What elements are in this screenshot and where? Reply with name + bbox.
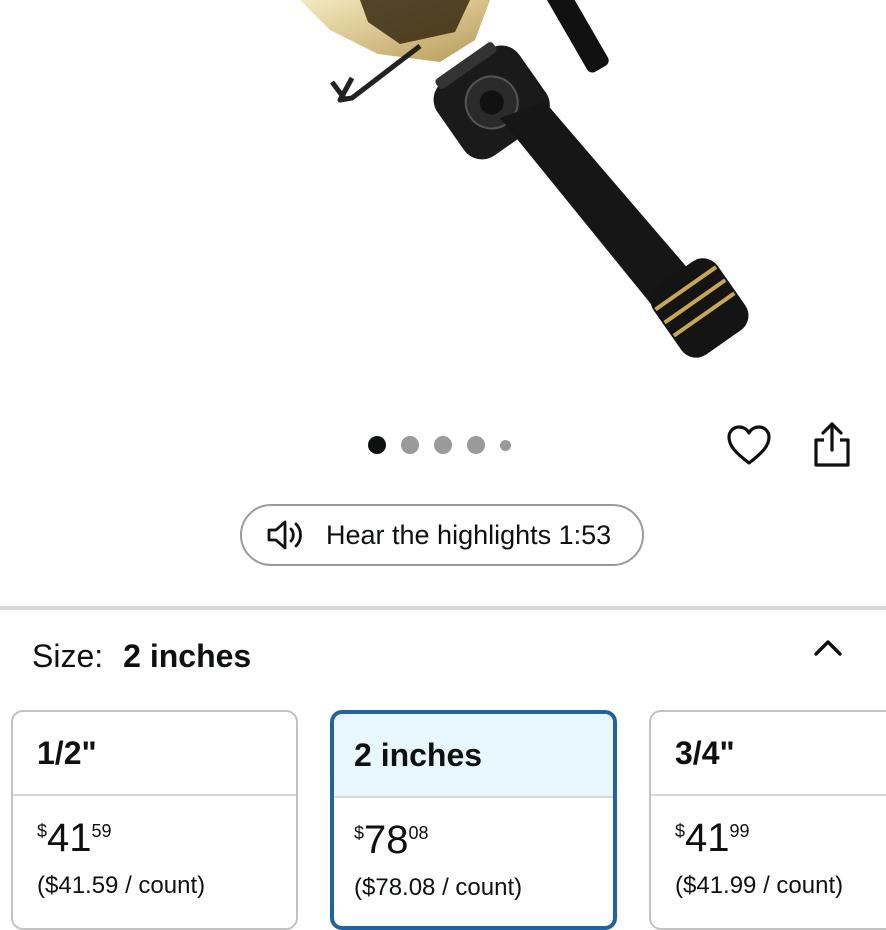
size-option-half-inch[interactable]: 1/2" $ 41 59 ($41.59 / count) bbox=[11, 710, 298, 930]
speaker-icon bbox=[267, 520, 302, 550]
price-currency: $ bbox=[675, 821, 686, 841]
carousel-dot[interactable] bbox=[467, 436, 485, 454]
size-label: Size: bbox=[32, 638, 104, 674]
unit-price: ($41.99 / count) bbox=[675, 872, 844, 899]
chevron-up-icon[interactable] bbox=[810, 632, 846, 662]
heart-icon[interactable] bbox=[726, 424, 772, 466]
size-option-2-inches[interactable]: 2 inches $ 78 08 ($78.08 / count) bbox=[330, 710, 617, 930]
carousel-dot[interactable] bbox=[401, 436, 419, 454]
price-fraction: 99 bbox=[729, 821, 750, 841]
size-option-price: $ 78 08 bbox=[334, 798, 613, 860]
price-whole: 41 bbox=[685, 816, 730, 860]
price-whole: 41 bbox=[47, 816, 92, 860]
size-selected-value: 2 inches bbox=[123, 638, 252, 674]
size-option-name: 1/2" bbox=[13, 712, 296, 796]
hear-highlights-label: Hear the highlights 1:53 bbox=[326, 519, 612, 550]
size-option-name: 2 inches bbox=[334, 714, 613, 798]
price-currency: $ bbox=[354, 823, 365, 843]
price-currency: $ bbox=[37, 821, 48, 841]
share-icon[interactable] bbox=[808, 420, 856, 470]
size-option-name: 3/4" bbox=[651, 712, 886, 796]
price-fraction: 08 bbox=[408, 823, 429, 843]
unit-price: ($41.59 / count) bbox=[37, 872, 206, 899]
price-fraction: 59 bbox=[91, 821, 112, 841]
image-carousel-dots[interactable] bbox=[368, 436, 511, 454]
carousel-dot[interactable] bbox=[434, 436, 452, 454]
size-option-price: $ 41 99 bbox=[651, 796, 886, 858]
size-option-three-quarter-inch[interactable]: 3/4" $ 41 99 ($41.99 / count) bbox=[649, 710, 886, 930]
size-selector-header: Size: 2 inches bbox=[32, 638, 251, 675]
price-whole: 78 bbox=[364, 818, 409, 862]
carousel-dot[interactable] bbox=[500, 439, 511, 451]
product-image[interactable] bbox=[0, 0, 886, 420]
hear-highlights-button[interactable]: Hear the highlights 1:53 bbox=[240, 504, 644, 566]
carousel-dot[interactable] bbox=[368, 436, 386, 454]
section-divider bbox=[0, 606, 886, 610]
size-option-price: $ 41 59 bbox=[13, 796, 296, 858]
unit-price: ($78.08 / count) bbox=[354, 874, 523, 901]
